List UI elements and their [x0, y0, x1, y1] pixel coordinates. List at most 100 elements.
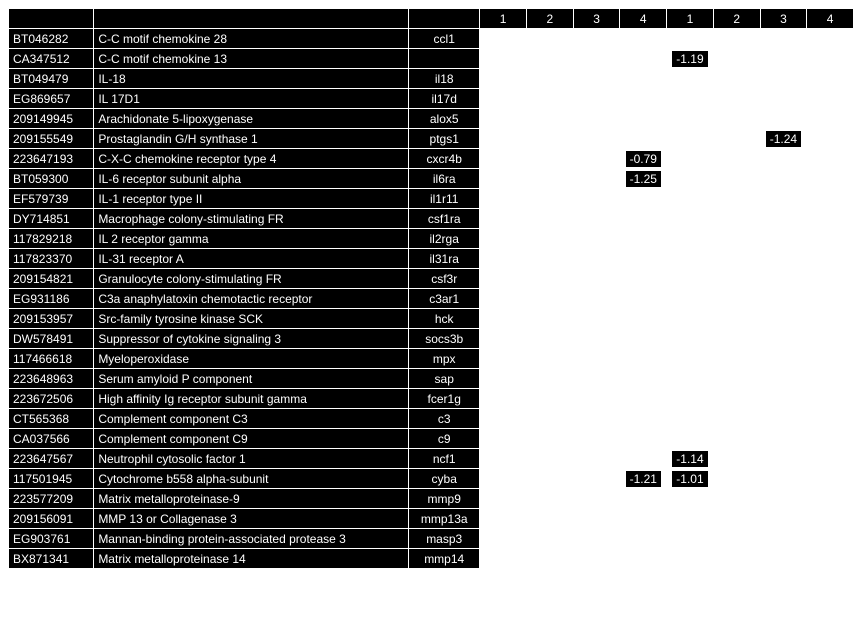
header-col-0: 1 [480, 9, 527, 29]
cell-value [480, 209, 527, 229]
cell-protein-name: Matrix metalloproteinase-9 [94, 489, 409, 509]
cell-id: EG869657 [9, 89, 94, 109]
cell-value [807, 549, 854, 569]
cell-value: -0.79 [620, 149, 667, 169]
cell-value [667, 69, 714, 89]
cell-value [573, 189, 620, 209]
cell-value [760, 489, 807, 509]
cell-value [807, 209, 854, 229]
cell-gene: cyba [409, 469, 480, 489]
cell-value [480, 89, 527, 109]
cell-value [760, 189, 807, 209]
gene-table: 12341234 BT046282C-C motif chemokine 28c… [8, 8, 854, 569]
header-col-2: 3 [573, 9, 620, 29]
table-row: BX871341Matrix metalloproteinase 14mmp14 [9, 549, 854, 569]
cell-value [526, 69, 573, 89]
cell-id: 223648963 [9, 369, 94, 389]
cell-value [573, 289, 620, 309]
cell-value [667, 549, 714, 569]
cell-value [526, 49, 573, 69]
cell-gene: mpx [409, 349, 480, 369]
cell-value [807, 69, 854, 89]
cell-protein-name: Suppressor of cytokine signaling 3 [94, 329, 409, 349]
cell-value [713, 529, 760, 549]
cell-value [667, 229, 714, 249]
cell-id: BX871341 [9, 549, 94, 569]
cell-value [573, 549, 620, 569]
table-row: 117501945Cytochrome b558 alpha-subunitcy… [9, 469, 854, 489]
header-blank-2 [409, 9, 480, 29]
cell-gene: mmp13a [409, 509, 480, 529]
cell-protein-name: IL 17D1 [94, 89, 409, 109]
cell-value [713, 49, 760, 69]
cell-value [713, 549, 760, 569]
cell-value [667, 409, 714, 429]
cell-value [526, 229, 573, 249]
value-box: -1.19 [671, 50, 708, 68]
cell-value [713, 469, 760, 489]
cell-gene: il1r11 [409, 189, 480, 209]
cell-protein-name: Prostaglandin G/H synthase 1 [94, 129, 409, 149]
cell-gene: csf3r [409, 269, 480, 289]
cell-value [620, 89, 667, 109]
cell-value [667, 529, 714, 549]
cell-protein-name: Serum amyloid P component [94, 369, 409, 389]
cell-value [667, 29, 714, 49]
cell-value [526, 149, 573, 169]
cell-value [620, 549, 667, 569]
cell-value [480, 69, 527, 89]
cell-value [667, 389, 714, 409]
cell-value [573, 269, 620, 289]
cell-id: BT049479 [9, 69, 94, 89]
cell-value [807, 329, 854, 349]
cell-value [573, 489, 620, 509]
table-row: EG931186C3a anaphylatoxin chemotactic re… [9, 289, 854, 309]
cell-gene: socs3b [409, 329, 480, 349]
cell-protein-name: C-C motif chemokine 13 [94, 49, 409, 69]
cell-value [667, 489, 714, 509]
cell-id: 209153957 [9, 309, 94, 329]
cell-value [713, 389, 760, 409]
cell-id: 117501945 [9, 469, 94, 489]
cell-value [760, 549, 807, 569]
cell-value [807, 469, 854, 489]
table-row: 117823370IL-31 receptor Ail31ra [9, 249, 854, 269]
cell-id: 223647567 [9, 449, 94, 469]
cell-gene: il18 [409, 69, 480, 89]
cell-value [620, 529, 667, 549]
cell-id: DY714851 [9, 209, 94, 229]
cell-value [760, 249, 807, 269]
cell-value [620, 249, 667, 269]
header-col-6: 3 [760, 9, 807, 29]
cell-value [573, 309, 620, 329]
cell-value [807, 489, 854, 509]
cell-value [713, 329, 760, 349]
cell-value [667, 169, 714, 189]
cell-value [620, 29, 667, 49]
cell-value [620, 49, 667, 69]
cell-value [713, 129, 760, 149]
cell-value [760, 269, 807, 289]
table-row: 223647567Neutrophil cytosolic factor 1nc… [9, 449, 854, 469]
cell-value [480, 189, 527, 209]
cell-value [807, 169, 854, 189]
table-row: 223648963Serum amyloid P componentsap [9, 369, 854, 389]
cell-value [620, 489, 667, 509]
cell-id: 223647193 [9, 149, 94, 169]
cell-value [526, 89, 573, 109]
cell-value [620, 109, 667, 129]
cell-value [526, 529, 573, 549]
cell-gene: ptgs1 [409, 129, 480, 149]
cell-value [526, 289, 573, 309]
cell-value [480, 229, 527, 249]
value-box: -1.24 [765, 130, 802, 148]
cell-value [480, 309, 527, 329]
cell-value [480, 509, 527, 529]
table-row: CA037566Complement component C9c9 [9, 429, 854, 449]
table-body: BT046282C-C motif chemokine 28ccl1CA3475… [9, 29, 854, 569]
cell-value [526, 329, 573, 349]
cell-value [526, 449, 573, 469]
table-row: 117829218IL 2 receptor gammail2rga [9, 229, 854, 249]
cell-value [807, 149, 854, 169]
cell-value [667, 89, 714, 109]
